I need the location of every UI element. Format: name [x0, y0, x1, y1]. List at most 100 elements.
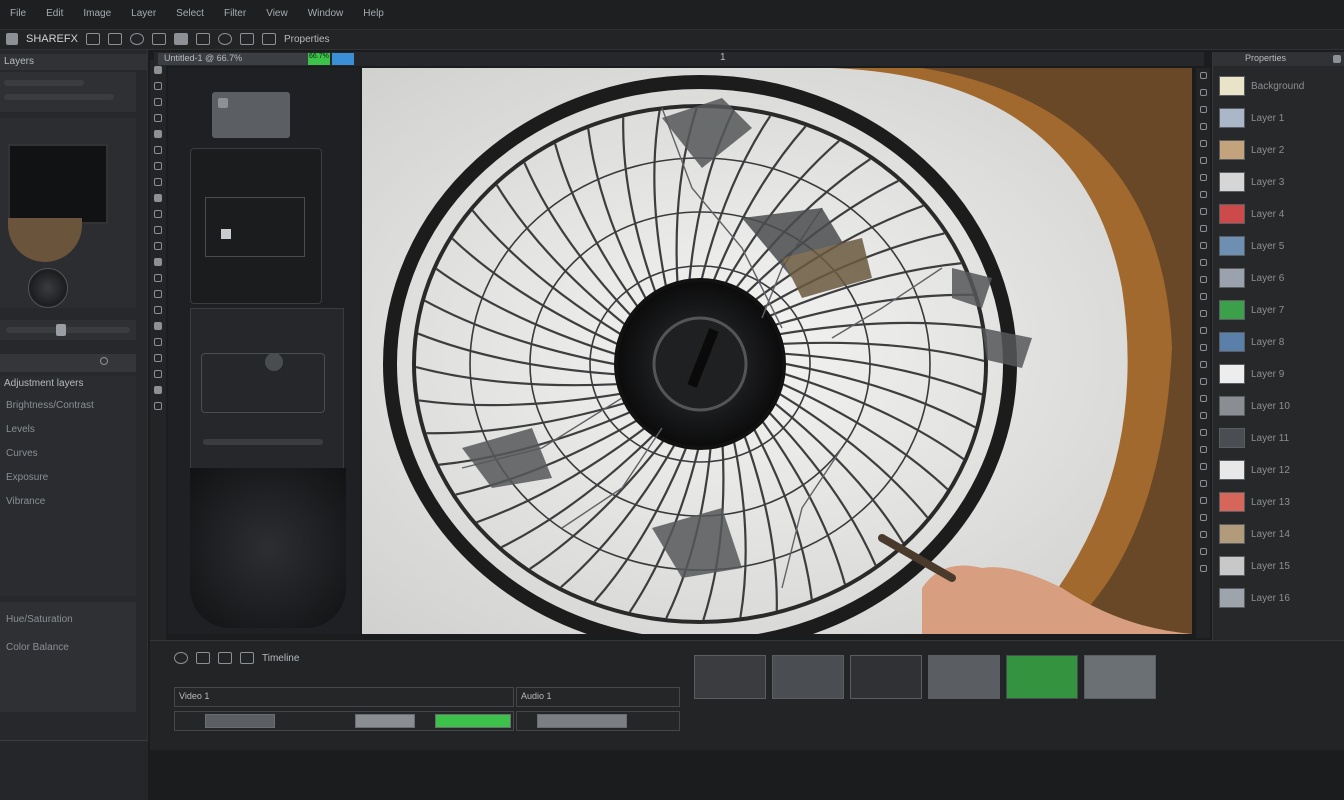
tool-icon[interactable]: [154, 258, 162, 266]
tool-icon[interactable]: [154, 194, 162, 202]
navigator-title-chip[interactable]: [212, 92, 290, 138]
tool-icon[interactable]: [154, 354, 162, 362]
panel-toggle-icon[interactable]: [1199, 565, 1207, 572]
clip[interactable]: [537, 714, 627, 728]
marquee-icon[interactable]: [107, 33, 122, 45]
timeline-track[interactable]: Video 1: [174, 687, 514, 707]
tool-icon[interactable]: [154, 242, 162, 250]
tool-icon[interactable]: [154, 98, 162, 106]
layer-row[interactable]: Layer 1: [1213, 102, 1344, 134]
tool-icon[interactable]: [154, 146, 162, 154]
panel-toggle-icon[interactable]: [1199, 157, 1207, 164]
text-tool-icon[interactable]: [239, 33, 254, 45]
tool-icon[interactable]: [154, 226, 162, 234]
panel-toggle-icon[interactable]: [1199, 191, 1207, 198]
layer-row[interactable]: Layer 14: [1213, 518, 1344, 550]
panel-toggle-icon[interactable]: [1199, 310, 1207, 317]
panel-toggle-icon[interactable]: [1199, 276, 1207, 283]
layer-row[interactable]: Layer 11: [1213, 422, 1344, 454]
active-document-tab[interactable]: Untitled-1 @ 66.7%: [158, 53, 308, 65]
tool-icon[interactable]: [154, 130, 162, 138]
lasso-icon[interactable]: [129, 33, 144, 45]
panel-toggle-icon[interactable]: [1199, 548, 1207, 555]
menu-layer[interactable]: Layer: [131, 8, 156, 19]
layer-row[interactable]: Background: [1213, 70, 1344, 102]
layer-row[interactable]: Layer 15: [1213, 550, 1344, 582]
layer-row[interactable]: Layer 8: [1213, 326, 1344, 358]
panel-toggle-icon[interactable]: [1199, 412, 1207, 419]
tool-icon[interactable]: [154, 322, 162, 330]
clone-stamp-icon[interactable]: [217, 33, 232, 45]
step-back-icon[interactable]: [240, 652, 254, 664]
layer-row[interactable]: Layer 5: [1213, 230, 1344, 262]
main-canvas[interactable]: [362, 68, 1192, 634]
panel-toggle-icon[interactable]: [1199, 123, 1207, 130]
layer-row[interactable]: Layer 12: [1213, 454, 1344, 486]
layer-row[interactable]: Layer 10: [1213, 390, 1344, 422]
tool-icon[interactable]: [154, 66, 162, 74]
panel-toggle-icon[interactable]: [1199, 259, 1207, 266]
clip-thumbnail[interactable]: [694, 655, 766, 699]
tool-icon[interactable]: [154, 402, 162, 410]
workspace-label[interactable]: SHAREFX: [26, 33, 78, 45]
clip[interactable]: [355, 714, 415, 728]
menu-edit[interactable]: Edit: [46, 8, 63, 19]
menu-select[interactable]: Select: [176, 8, 204, 19]
tool-icon[interactable]: [154, 386, 162, 394]
panel-toggle-icon[interactable]: [1199, 497, 1207, 504]
panel-toggle-icon[interactable]: [1199, 429, 1207, 436]
left-panel-tab[interactable]: Layers: [4, 56, 34, 67]
brush-icon[interactable]: [173, 33, 188, 45]
panel-toggle-icon[interactable]: [1199, 446, 1207, 453]
layer-row[interactable]: Layer 2: [1213, 134, 1344, 166]
menu-view[interactable]: View: [266, 8, 288, 19]
tool-icon[interactable]: [154, 370, 162, 378]
menu-help[interactable]: Help: [363, 8, 384, 19]
clip-thumbnail[interactable]: [928, 655, 1000, 699]
panel-toggle-icon[interactable]: [1199, 531, 1207, 538]
crop-icon[interactable]: [151, 33, 166, 45]
tool-icon[interactable]: [154, 114, 162, 122]
panel-toggle-icon[interactable]: [1199, 293, 1207, 300]
stop-icon[interactable]: [196, 652, 210, 664]
history-knob[interactable]: [265, 353, 283, 371]
play-icon[interactable]: [174, 652, 188, 664]
tool-icon[interactable]: [154, 290, 162, 298]
zoom-badge[interactable]: 66.7%: [308, 53, 330, 65]
panel-toggle-icon[interactable]: [1199, 514, 1207, 521]
pen-tool-icon[interactable]: [261, 33, 276, 45]
layer-row[interactable]: Layer 3: [1213, 166, 1344, 198]
menu-filter[interactable]: Filter: [224, 8, 246, 19]
clip[interactable]: [435, 714, 511, 728]
layer-row[interactable]: Layer 4: [1213, 198, 1344, 230]
panel-toggle-icon[interactable]: [1199, 395, 1207, 402]
navigator-dot[interactable]: [221, 229, 231, 239]
list-item[interactable]: Curves: [0, 442, 136, 464]
panel-toggle-icon[interactable]: [1199, 344, 1207, 351]
panel-toggle-icon[interactable]: [1199, 480, 1207, 487]
panel-toggle-icon[interactable]: [1199, 463, 1207, 470]
tool-icon[interactable]: [154, 162, 162, 170]
menu-window[interactable]: Window: [308, 8, 344, 19]
timeline-track[interactable]: [174, 711, 514, 731]
menu-image[interactable]: Image: [83, 8, 111, 19]
tool-icon[interactable]: [154, 210, 162, 218]
clip-thumbnail[interactable]: [1084, 655, 1156, 699]
opacity-slider[interactable]: [0, 320, 136, 340]
panel-toggle-icon[interactable]: [1199, 378, 1207, 385]
panel-toggle-icon[interactable]: [1199, 89, 1207, 96]
panel-toggle-icon[interactable]: [1199, 225, 1207, 232]
tool-icon[interactable]: [154, 82, 162, 90]
layer-row[interactable]: Layer 6: [1213, 262, 1344, 294]
panel-menu-icon[interactable]: [1333, 55, 1341, 63]
list-item[interactable]: Hue/Saturation: [0, 608, 136, 630]
clip-thumbnail[interactable]: [850, 655, 922, 699]
tool-icon[interactable]: [154, 274, 162, 282]
panel-toggle-icon[interactable]: [1199, 140, 1207, 147]
zoom-badge-secondary[interactable]: [332, 53, 354, 65]
menu-file[interactable]: File: [10, 8, 26, 19]
list-item[interactable]: Color Balance: [0, 636, 136, 658]
slider-thumb[interactable]: [56, 324, 66, 336]
tool-icon[interactable]: [154, 178, 162, 186]
clip-thumbnail[interactable]: [1006, 655, 1078, 699]
